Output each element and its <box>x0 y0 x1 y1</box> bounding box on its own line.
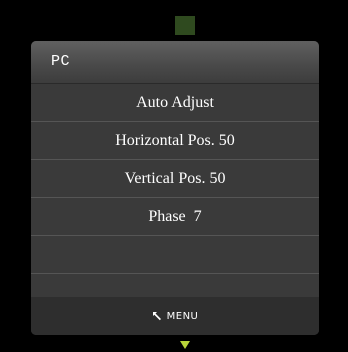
osd-title: PC <box>51 53 71 70</box>
menu-item-auto-adjust[interactable]: Auto Adjust <box>31 84 319 122</box>
menu-item-empty <box>31 236 319 274</box>
osd-screen: PC Auto Adjust Horizontal Pos. 50 Vertic… <box>0 0 348 352</box>
scroll-down-arrow-icon[interactable] <box>180 341 190 349</box>
menu-item-label: Vertical Pos. 50 <box>124 169 226 187</box>
menu-item-label: Auto Adjust <box>136 93 214 111</box>
menu-return-button[interactable]: MENU <box>152 311 199 322</box>
return-arrow-icon <box>152 312 161 321</box>
menu-item-label: Horizontal Pos. 50 <box>115 131 235 149</box>
scroll-up-indicator <box>175 16 195 35</box>
osd-footer: MENU <box>31 297 319 335</box>
osd-header: PC <box>31 41 319 84</box>
menu-item-label: Phase 7 <box>148 207 202 225</box>
menu-list: Auto Adjust Horizontal Pos. 50 Vertical … <box>31 84 319 312</box>
osd-menu-panel: PC Auto Adjust Horizontal Pos. 50 Vertic… <box>31 41 319 335</box>
menu-label: MENU <box>166 310 199 322</box>
menu-item-phase[interactable]: Phase 7 <box>31 198 319 236</box>
menu-item-vertical-pos[interactable]: Vertical Pos. 50 <box>31 160 319 198</box>
menu-item-horizontal-pos[interactable]: Horizontal Pos. 50 <box>31 122 319 160</box>
